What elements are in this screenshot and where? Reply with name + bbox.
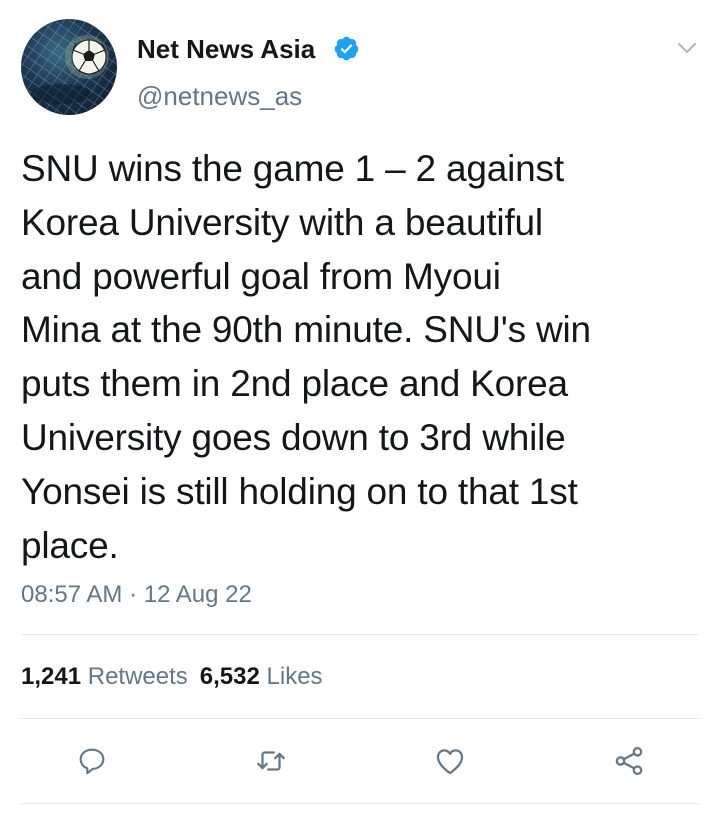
handle[interactable]: @netnews_as	[137, 81, 302, 111]
likes-stat[interactable]: 6,532 Likes	[200, 663, 323, 690]
likes-label: Likes	[266, 663, 323, 690]
tweet-time: 08:57 AM	[21, 581, 123, 608]
retweets-label: Retweets	[87, 663, 188, 690]
retweet-button[interactable]	[253, 743, 289, 779]
reply-icon	[79, 748, 105, 775]
like-button[interactable]	[432, 743, 468, 779]
tweet-stats: 1,241 Retweets 6,532 Likes	[21, 662, 323, 692]
timestamp-separator: ·	[129, 581, 138, 608]
divider	[21, 803, 699, 804]
soccer-ball-net-image	[21, 19, 117, 115]
retweets-count: 1,241	[21, 663, 82, 690]
divider	[21, 634, 699, 635]
share-icon	[615, 746, 643, 776]
avatar[interactable]	[21, 19, 117, 115]
tweet-date: 12 Aug 22	[143, 581, 252, 608]
heart-icon	[436, 749, 464, 775]
retweets-stat[interactable]: 1,241 Retweets	[21, 663, 188, 690]
share-button[interactable]	[611, 743, 647, 779]
retweet-icon	[257, 751, 285, 771]
timestamp[interactable]: 08:57 AM · 12 Aug 22	[21, 580, 252, 610]
verified-badge-icon	[334, 36, 359, 61]
display-name[interactable]: Net News Asia	[137, 34, 315, 64]
divider	[21, 718, 699, 719]
tweet-detail: Net News Asia @netnews_as SNU wins the g…	[0, 0, 720, 814]
chevron-down-icon[interactable]	[675, 36, 699, 60]
reply-button[interactable]	[74, 743, 110, 779]
tweet-text: SNU wins the game 1 – 2 against Korea Un…	[21, 148, 591, 566]
likes-count: 6,532	[199, 663, 260, 690]
